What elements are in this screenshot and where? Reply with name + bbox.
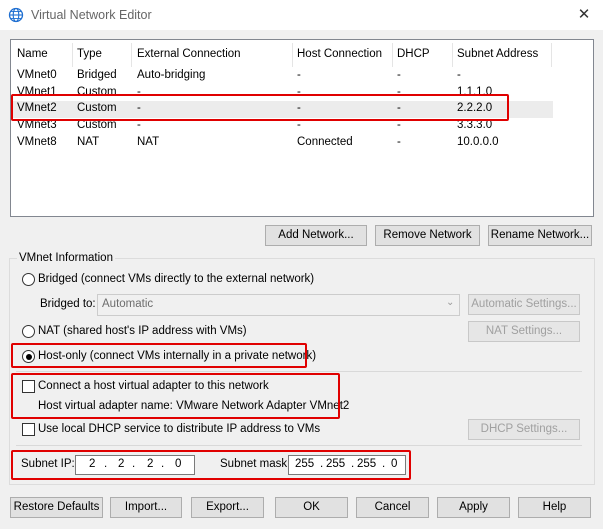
bridged-to-label: Bridged to: bbox=[40, 298, 96, 310]
column-divider bbox=[292, 43, 293, 67]
highlight-selected-row bbox=[11, 94, 509, 121]
dhcp-settings-button[interactable]: DHCP Settings... bbox=[468, 419, 580, 440]
column-divider bbox=[551, 43, 552, 67]
export-button[interactable]: Export... bbox=[191, 497, 264, 518]
divider bbox=[16, 445, 582, 446]
row-type: Bridged bbox=[77, 69, 117, 81]
nat-radio[interactable] bbox=[22, 325, 35, 338]
column-divider bbox=[452, 43, 453, 67]
group-label: VMnet Information bbox=[17, 252, 115, 264]
row-subnet: - bbox=[457, 69, 461, 81]
row-subnet: 10.0.0.0 bbox=[457, 136, 499, 148]
row-dhcp: - bbox=[397, 69, 401, 81]
globe-icon bbox=[8, 7, 24, 23]
row-host: - bbox=[297, 69, 301, 81]
column-divider bbox=[131, 43, 132, 67]
chevron-down-icon: ⌄ bbox=[446, 297, 455, 308]
dhcp-checkbox[interactable] bbox=[22, 423, 35, 436]
row-type: NAT bbox=[77, 136, 100, 148]
column-header-subnet[interactable]: Subnet Address bbox=[457, 48, 538, 60]
column-header-type[interactable]: Type bbox=[77, 48, 102, 60]
bridged-radio[interactable] bbox=[22, 273, 35, 286]
column-header-external[interactable]: External Connection bbox=[137, 48, 241, 60]
window-title: Virtual Network Editor bbox=[31, 8, 152, 22]
nat-settings-button[interactable]: NAT Settings... bbox=[468, 321, 580, 342]
row-name: VMnet8 bbox=[17, 136, 57, 148]
nat-radio-label[interactable]: NAT (shared host's IP address with VMs) bbox=[38, 325, 247, 337]
remove-network-button[interactable]: Remove Network bbox=[375, 225, 480, 246]
row-external: Auto-bridging bbox=[137, 69, 206, 81]
table-row[interactable]: VMnet8 NAT NAT Connected - 10.0.0.0 bbox=[11, 135, 553, 152]
column-divider bbox=[72, 43, 73, 67]
column-header-name[interactable]: Name bbox=[17, 48, 48, 60]
table-row[interactable]: VMnet0 Bridged Auto-bridging - - - bbox=[11, 68, 553, 85]
column-divider bbox=[392, 43, 393, 67]
bridged-radio-label[interactable]: Bridged (connect VMs directly to the ext… bbox=[38, 273, 314, 285]
help-button[interactable]: Help bbox=[518, 497, 591, 518]
highlight-host-only bbox=[11, 343, 307, 368]
column-header-dhcp[interactable]: DHCP bbox=[397, 48, 430, 60]
network-table[interactable]: Name Type External Connection Host Conne… bbox=[10, 39, 594, 217]
highlight-subnet bbox=[11, 450, 411, 480]
row-dhcp: - bbox=[397, 136, 401, 148]
highlight-connect-adapter bbox=[11, 373, 340, 419]
ok-button[interactable]: OK bbox=[275, 497, 348, 518]
divider bbox=[16, 371, 582, 372]
row-name: VMnet0 bbox=[17, 69, 57, 81]
restore-defaults-button[interactable]: Restore Defaults bbox=[10, 497, 103, 518]
rename-network-button[interactable]: Rename Network... bbox=[488, 225, 592, 246]
apply-button[interactable]: Apply bbox=[437, 497, 510, 518]
dhcp-label[interactable]: Use local DHCP service to distribute IP … bbox=[38, 423, 320, 435]
bridged-to-select[interactable]: Automatic bbox=[97, 294, 460, 316]
cancel-button[interactable]: Cancel bbox=[356, 497, 429, 518]
automatic-settings-button[interactable]: Automatic Settings... bbox=[468, 294, 580, 315]
row-external: NAT bbox=[137, 136, 160, 148]
import-button[interactable]: Import... bbox=[110, 497, 182, 518]
add-network-button[interactable]: Add Network... bbox=[265, 225, 367, 246]
column-header-host[interactable]: Host Connection bbox=[297, 48, 382, 60]
row-host: Connected bbox=[297, 136, 353, 148]
title-bar: Virtual Network Editor ✕ bbox=[0, 0, 603, 30]
close-icon[interactable]: ✕ bbox=[572, 5, 596, 25]
